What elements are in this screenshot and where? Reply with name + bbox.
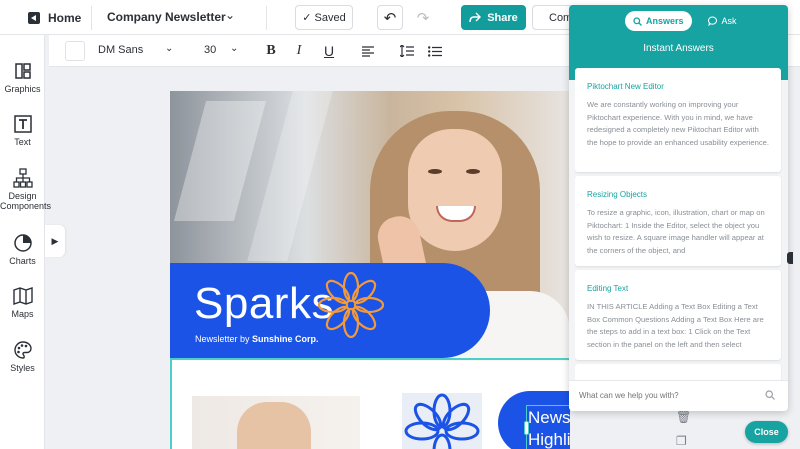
underline-icon: U <box>323 43 335 59</box>
italic-icon: I <box>296 43 302 58</box>
article-card[interactable]: Piktochart New Editor We are constantly … <box>575 68 781 172</box>
hero-subtitle-prefix: Newsletter by <box>195 334 253 344</box>
photo-subject-eye <box>466 169 480 174</box>
help-panel-title: Instant Answers <box>643 43 714 54</box>
saved-status-button[interactable]: ✓ Saved <box>295 5 353 30</box>
help-panel: Answers Ask Instant Answers Piktochart N… <box>569 5 788 411</box>
photo-subject-face <box>408 129 502 251</box>
hierarchy-icon <box>12 168 33 188</box>
divider <box>91 6 92 30</box>
saved-label: Saved <box>314 11 346 24</box>
undo-icon: ↶ <box>383 9 397 27</box>
article-excerpt: We are constantly working on improving y… <box>587 100 769 147</box>
secondary-photo[interactable] <box>192 396 360 449</box>
text-color-picker[interactable] <box>65 41 85 61</box>
hero-subtitle-brand: Sunshine Corp. <box>252 334 319 344</box>
redo-button[interactable]: ↷ <box>410 5 436 30</box>
flower-graphic[interactable] <box>402 393 482 449</box>
highlights-banner[interactable]: Newsletter Highlights <box>498 391 570 449</box>
close-help-button[interactable]: Close <box>745 421 788 443</box>
help-tabs: Answers Ask <box>625 11 745 31</box>
graphics-icon <box>14 63 31 79</box>
hero-subtitle[interactable]: Newsletter by Sunshine Corp. <box>195 334 319 344</box>
hero-title[interactable]: Sparks <box>194 279 334 329</box>
resize-handle-left[interactable] <box>524 421 529 435</box>
article-card[interactable]: Editing Text IN THIS ARTICLE Adding a Te… <box>575 270 781 360</box>
font-family-select[interactable]: DM Sans <box>98 44 143 56</box>
sidebar-expand-toggle[interactable]: ▶ <box>45 225 65 257</box>
pie-chart-icon <box>13 234 32 252</box>
flower-icon <box>404 393 480 449</box>
home-label: Home <box>48 11 82 25</box>
scrollbar-thumb[interactable] <box>787 252 793 264</box>
search-icon <box>633 16 642 26</box>
palette-icon <box>13 341 32 359</box>
canvas-page[interactable]: Sparks Newsletter by Sunshine Corp. News… <box>170 91 570 449</box>
sidebar-item-maps[interactable]: Maps <box>0 286 45 319</box>
chevron-down-icon[interactable]: ⌄ <box>230 43 238 54</box>
align-left-icon <box>362 45 374 57</box>
flower-icon[interactable] <box>315 269 387 341</box>
tab-ask[interactable]: Ask <box>700 11 745 31</box>
chevron-right-icon: ▶ <box>51 235 59 246</box>
chevron-down-icon[interactable]: ⌄ <box>225 8 235 22</box>
share-label: Share <box>487 11 518 24</box>
chat-heart-icon <box>707 16 717 26</box>
tab-answers-label: Answers <box>646 16 684 26</box>
article-title[interactable]: Editing Text <box>587 284 769 293</box>
article-card[interactable]: Resizing Objects To resize a graphic, ic… <box>575 176 781 266</box>
align-button[interactable] <box>358 41 378 61</box>
bullet-list-icon <box>428 45 442 57</box>
map-icon <box>12 287 33 305</box>
tab-ask-label: Ask <box>721 16 737 26</box>
help-search-input[interactable] <box>579 391 749 400</box>
line-spacing-icon <box>400 45 414 57</box>
share-button[interactable]: Share <box>461 5 526 30</box>
bold-button[interactable]: B <box>261 41 281 61</box>
sidebar-item-styles[interactable]: Styles <box>0 340 45 373</box>
italic-button[interactable]: I <box>289 41 309 61</box>
sidebar-label: Charts <box>9 256 36 266</box>
article-excerpt: To resize a graphic, icon, illustration,… <box>587 208 765 255</box>
line-spacing-button[interactable] <box>397 41 417 61</box>
checkmark-icon: ✓ <box>302 12 312 24</box>
sidebar-item-text[interactable]: Text <box>0 114 45 147</box>
text-selection-box <box>526 405 570 449</box>
duplicate-icon[interactable]: ❐ <box>676 434 687 448</box>
sidebar-item-charts[interactable]: Charts <box>0 233 45 266</box>
undo-button[interactable]: ↶ <box>377 5 403 30</box>
home-button[interactable]: Home <box>28 8 81 28</box>
sidebar-label: Maps <box>11 309 34 319</box>
bold-icon: B <box>266 43 276 58</box>
share-icon <box>469 12 482 23</box>
photo-subject-eye <box>428 169 442 174</box>
sidebar-label: Graphics <box>4 84 41 94</box>
sidebar-item-design-components[interactable]: Design Components <box>0 168 52 211</box>
sidebar-label: Design Components <box>0 191 52 211</box>
left-sidebar: Graphics Text Design Components Charts M… <box>0 35 52 449</box>
tab-answers[interactable]: Answers <box>625 11 692 31</box>
chevron-down-icon[interactable]: ⌄ <box>165 43 173 54</box>
list-button[interactable] <box>425 41 445 61</box>
font-size-select[interactable]: 30 <box>204 44 216 56</box>
answers-list[interactable]: Piktochart New Editor We are constantly … <box>575 68 782 380</box>
text-icon <box>13 115 32 133</box>
back-arrow-icon <box>28 12 40 24</box>
article-title[interactable]: Resizing Objects <box>587 190 769 199</box>
sidebar-label: Text <box>14 137 31 147</box>
article-title[interactable]: Piktochart New Editor <box>587 82 769 91</box>
sidebar-label: Styles <box>10 363 35 373</box>
photo-subject-arm <box>237 402 311 449</box>
underline-button[interactable]: U <box>319 41 339 61</box>
redo-icon: ↷ <box>416 9 430 27</box>
article-excerpt: IN THIS ARTICLE Adding a Text Box Editin… <box>587 302 764 349</box>
divider <box>266 6 267 30</box>
help-search-bar <box>569 380 788 411</box>
trash-icon[interactable]: 🗑 <box>676 410 691 424</box>
article-card[interactable] <box>575 364 781 380</box>
search-icon[interactable] <box>765 390 775 400</box>
background-window <box>173 101 267 221</box>
sidebar-item-graphics[interactable]: Graphics <box>0 61 45 94</box>
document-title[interactable]: Company Newsletter <box>107 10 226 24</box>
